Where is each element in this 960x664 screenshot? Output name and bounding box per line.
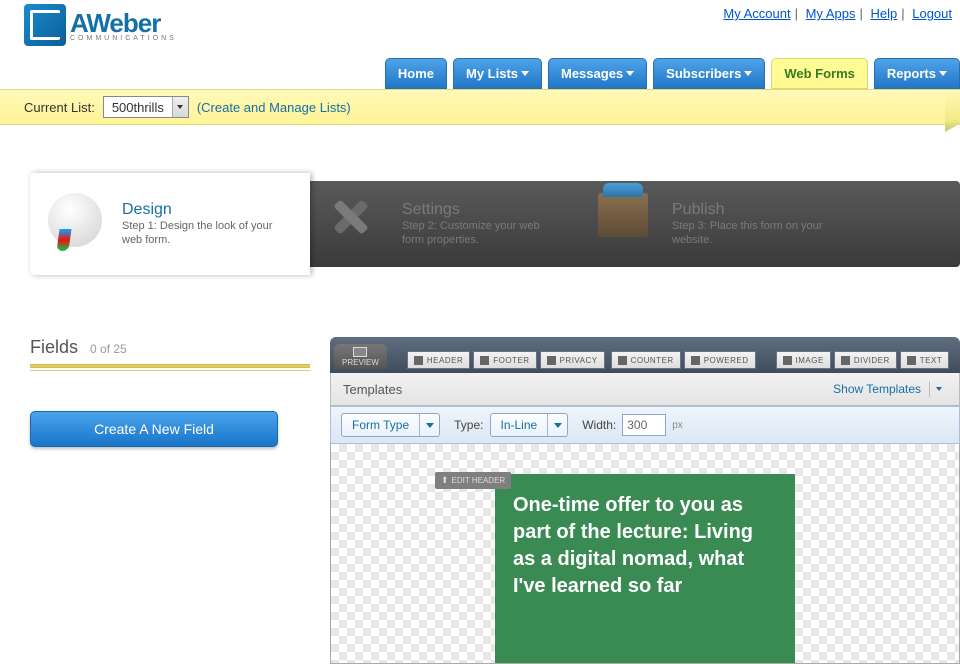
step-settings[interactable]: Settings Step 2: Customize your web form… <box>310 181 580 267</box>
chevron-down-icon <box>547 414 567 436</box>
preview-icon <box>353 347 367 357</box>
step-settings-desc: Step 2: Customize your web form properti… <box>402 219 562 248</box>
nav-home[interactable]: Home <box>385 58 447 89</box>
templates-dropdown-toggle[interactable] <box>929 381 947 397</box>
type-label: Type: <box>454 418 483 432</box>
logo-icon <box>24 4 66 46</box>
tool-powered-button[interactable]: POWERED <box>684 351 756 369</box>
templates-label: Templates <box>343 382 402 397</box>
current-list-value: 500thrills <box>104 100 172 115</box>
current-list-select[interactable]: 500thrills <box>103 96 189 118</box>
step-publish-desc: Step 3: Place this form on your website. <box>672 219 832 248</box>
tool-privacy-button[interactable]: PRIVACY <box>540 351 605 369</box>
powered-icon <box>691 356 700 365</box>
form-preview[interactable]: One-time offer to you as part of the lec… <box>495 474 795 663</box>
form-steps: Design Step 1: Design the look of your w… <box>30 181 960 267</box>
edit-header-tag[interactable]: EDIT HEADER <box>435 472 511 489</box>
fields-title: Fields <box>30 337 78 358</box>
arrow-down-icon <box>414 356 423 365</box>
step-design-title: Design <box>122 201 282 219</box>
display-type-select[interactable]: In-Line <box>490 413 569 437</box>
form-canvas[interactable]: EDIT HEADER One-time offer to you as par… <box>330 444 960 664</box>
tool-image-button[interactable]: IMAGE <box>776 351 831 369</box>
nav-my-lists[interactable]: My Lists <box>453 58 542 89</box>
arrow-down-icon <box>480 356 489 365</box>
nav-web-forms[interactable]: Web Forms <box>771 58 868 89</box>
divider-icon <box>841 356 850 365</box>
caret-down-icon <box>626 71 634 76</box>
caret-down-icon <box>521 71 529 76</box>
width-label: Width: <box>582 418 616 432</box>
width-input[interactable] <box>622 414 666 436</box>
manage-lists-link[interactable]: (Create and Manage Lists) <box>197 100 351 115</box>
fields-count: 0 of 25 <box>90 342 127 356</box>
my-account-link[interactable]: My Account <box>723 6 790 21</box>
main-nav: Home My Lists Messages Subscribers Web F… <box>0 46 960 89</box>
nav-messages[interactable]: Messages <box>548 58 647 89</box>
fields-sidebar: Fields 0 of 25 Create A New Field <box>30 337 310 664</box>
help-link[interactable]: Help <box>870 6 897 21</box>
form-type-select[interactable]: Form Type <box>341 413 440 437</box>
counter-icon <box>618 356 627 365</box>
form-editor: PREVIEW HEADER FOOTER PRIVACY COUNTER PO… <box>330 337 960 664</box>
tool-divider-button[interactable]: DIVIDER <box>834 351 897 369</box>
show-templates-link[interactable]: Show Templates <box>833 382 921 396</box>
box-icon <box>598 193 660 255</box>
width-unit: px <box>672 420 683 431</box>
current-list-label: Current List: <box>24 100 95 115</box>
caret-down-icon <box>939 71 947 76</box>
nav-reports[interactable]: Reports <box>874 58 960 89</box>
form-options-bar: Form Type Type: In-Line Width: px <box>330 406 960 444</box>
editor-toolbar: PREVIEW HEADER FOOTER PRIVACY COUNTER PO… <box>330 337 960 373</box>
tool-header-button[interactable]: HEADER <box>407 351 470 369</box>
logout-link[interactable]: Logout <box>912 6 952 21</box>
tool-counter-button[interactable]: COUNTER <box>611 351 681 369</box>
my-apps-link[interactable]: My Apps <box>806 6 856 21</box>
brand-sub: COMMUNICATIONS <box>70 35 177 42</box>
nav-subscribers[interactable]: Subscribers <box>653 58 765 89</box>
wrench-icon <box>328 193 390 255</box>
image-icon <box>783 356 792 365</box>
step-design[interactable]: Design Step 1: Design the look of your w… <box>30 173 310 275</box>
current-list-bar: Current List: 500thrills (Create and Man… <box>0 89 960 125</box>
templates-bar: Templates Show Templates <box>330 373 960 406</box>
form-headline: One-time offer to you as part of the lec… <box>513 492 777 600</box>
text-icon <box>907 356 916 365</box>
chevron-down-icon <box>419 414 439 436</box>
logo[interactable]: AWeber COMMUNICATIONS <box>24 4 177 46</box>
top-links: My Account| My Apps| Help| Logout <box>723 4 952 21</box>
caret-down-icon <box>744 71 752 76</box>
preview-tab[interactable]: PREVIEW <box>334 344 387 369</box>
step-settings-title: Settings <box>402 201 562 219</box>
step-publish-title: Publish <box>672 201 832 219</box>
paint-bucket-icon <box>48 193 110 255</box>
step-publish[interactable]: Publish Step 3: Place this form on your … <box>580 181 850 267</box>
step-design-desc: Step 1: Design the look of your web form… <box>122 219 282 248</box>
tool-text-button[interactable]: TEXT <box>900 351 949 369</box>
tool-footer-button[interactable]: FOOTER <box>473 351 536 369</box>
check-icon <box>547 356 556 365</box>
create-new-field-button[interactable]: Create A New Field <box>30 411 278 447</box>
chevron-down-icon <box>172 97 188 117</box>
